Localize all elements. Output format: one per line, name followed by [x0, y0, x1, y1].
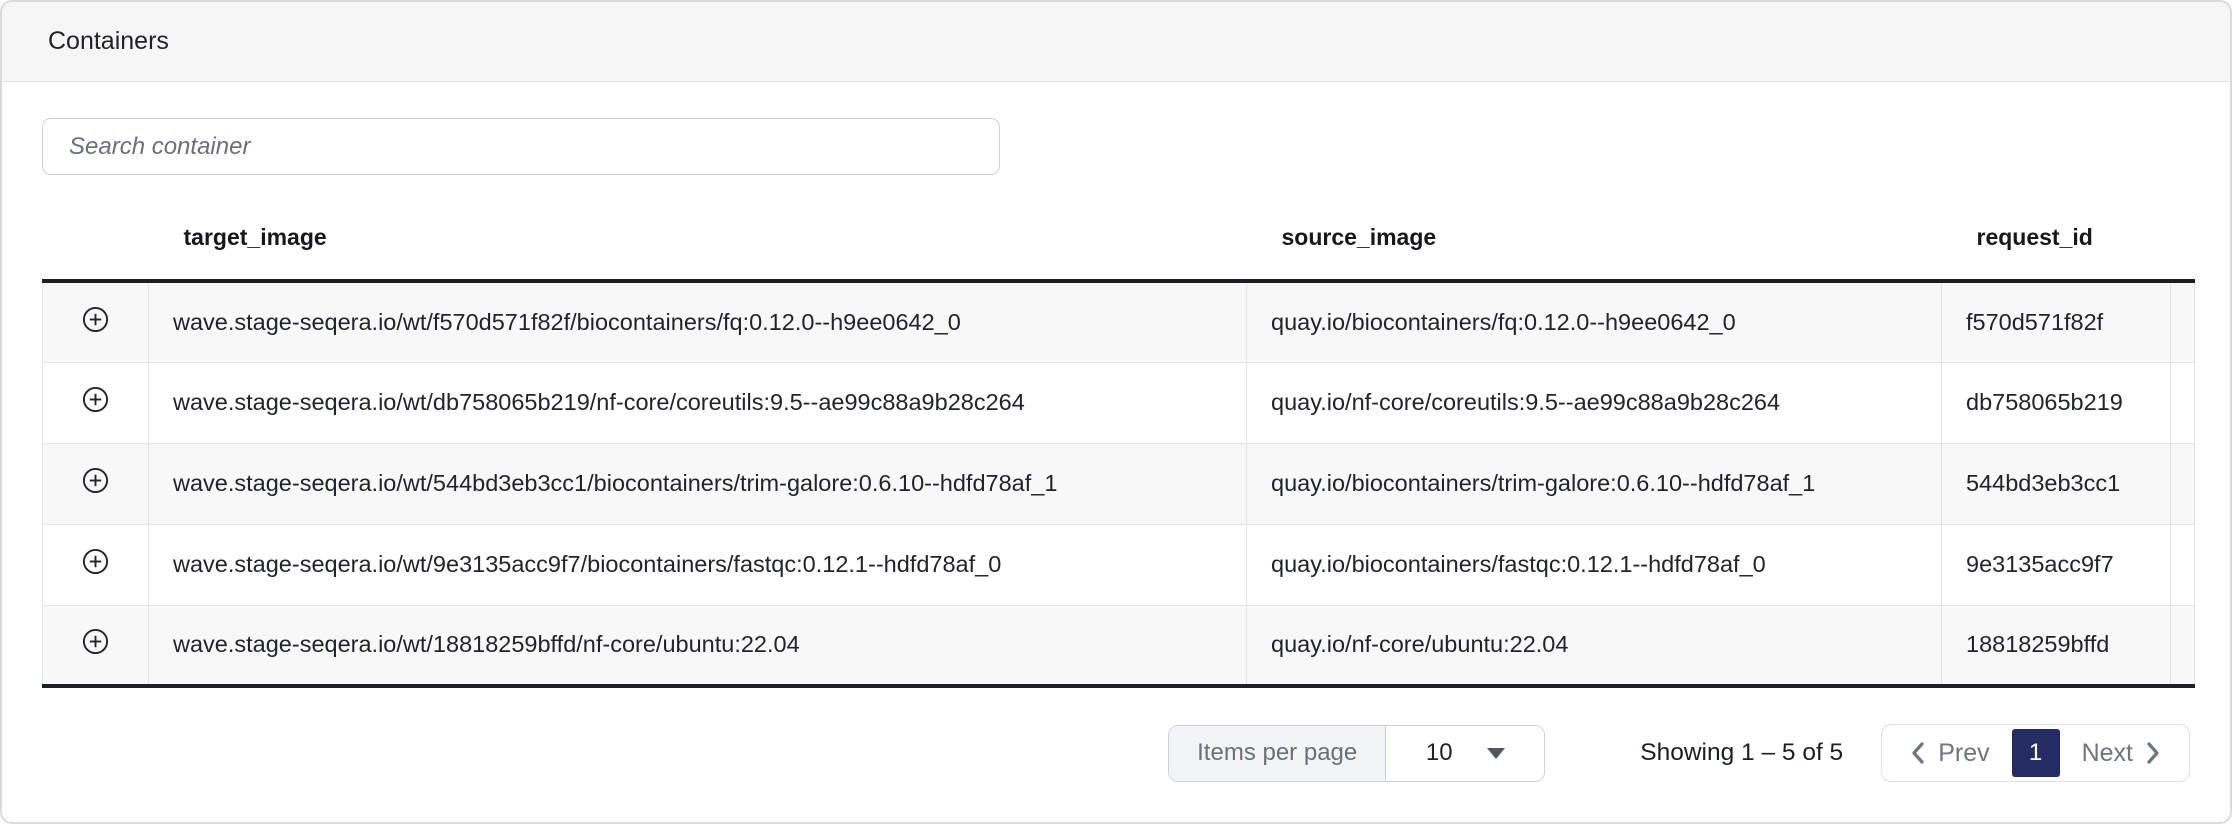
items-per-page-label: Items per page: [1169, 726, 1386, 781]
plus-circle-icon: [82, 386, 109, 413]
column-header-expand: [43, 197, 149, 281]
spacer-cell: [2171, 281, 2195, 362]
page-1-button[interactable]: 1: [2012, 729, 2060, 777]
items-per-page-group: Items per page 10: [1168, 725, 1545, 782]
expand-row-button[interactable]: [82, 548, 109, 575]
chevron-right-icon: [2145, 739, 2162, 767]
source-image-cell: quay.io/biocontainers/trim-galore:0.6.10…: [1247, 443, 1942, 524]
expand-cell: [43, 524, 149, 605]
prev-label: Prev: [1938, 739, 1989, 768]
expand-cell: [43, 362, 149, 443]
caret-down-icon: [1487, 748, 1505, 759]
plus-circle-icon: [82, 628, 109, 655]
source-image-cell: quay.io/nf-core/coreutils:9.5--ae99c88a9…: [1247, 362, 1942, 443]
card-header: Containers: [2, 2, 2230, 82]
next-page-button[interactable]: Next: [2060, 725, 2184, 781]
request-id-cell: 18818259bffd: [1942, 605, 2171, 686]
request-id-cell: f570d571f82f: [1942, 281, 2171, 362]
column-header-spacer: [2171, 197, 2195, 281]
card-body: target_image source_image request_id: [2, 82, 2230, 782]
request-id-cell: 9e3135acc9f7: [1942, 524, 2171, 605]
page-title: Containers: [48, 27, 169, 56]
next-label: Next: [2082, 739, 2133, 768]
table-row: wave.stage-seqera.io/wt/544bd3eb3cc1/bio…: [43, 443, 2195, 524]
spacer-cell: [2171, 362, 2195, 443]
items-per-page-value: 10: [1426, 739, 1453, 767]
target-image-cell: wave.stage-seqera.io/wt/9e3135acc9f7/bio…: [149, 524, 1247, 605]
table-row: wave.stage-seqera.io/wt/18818259bffd/nf-…: [43, 605, 2195, 686]
prev-page-button[interactable]: Prev: [1887, 725, 2011, 781]
expand-cell: [43, 281, 149, 362]
table-row: wave.stage-seqera.io/wt/db758065b219/nf-…: [43, 362, 2195, 443]
table-row: wave.stage-seqera.io/wt/f570d571f82f/bio…: [43, 281, 2195, 362]
expand-cell: [43, 605, 149, 686]
column-header-request-id: request_id: [1942, 197, 2171, 281]
containers-card: Containers target_image source_image req…: [0, 0, 2232, 824]
target-image-cell: wave.stage-seqera.io/wt/db758065b219/nf-…: [149, 362, 1247, 443]
pagination: Prev 1 Next: [1881, 724, 2190, 782]
spacer-cell: [2171, 605, 2195, 686]
showing-count-text: Showing 1 – 5 of 5: [1640, 739, 1843, 767]
expand-row-button[interactable]: [82, 467, 109, 494]
plus-circle-icon: [82, 306, 109, 333]
column-header-source-image: source_image: [1247, 197, 1942, 281]
spacer-cell: [2171, 443, 2195, 524]
source-image-cell: quay.io/nf-core/ubuntu:22.04: [1247, 605, 1942, 686]
source-image-cell: quay.io/biocontainers/fastqc:0.12.1--hdf…: [1247, 524, 1942, 605]
plus-circle-icon: [82, 467, 109, 494]
expand-row-button[interactable]: [82, 628, 109, 655]
request-id-cell: db758065b219: [1942, 362, 2171, 443]
column-header-target-image: target_image: [149, 197, 1247, 281]
containers-table: target_image source_image request_id: [42, 197, 2195, 688]
spacer-cell: [2171, 524, 2195, 605]
table-row: wave.stage-seqera.io/wt/9e3135acc9f7/bio…: [43, 524, 2195, 605]
table-footer: Items per page 10 Showing 1 – 5 of 5 Pre…: [42, 724, 2190, 782]
source-image-cell: quay.io/biocontainers/fq:0.12.0--h9ee064…: [1247, 281, 1942, 362]
target-image-cell: wave.stage-seqera.io/wt/f570d571f82f/bio…: [149, 281, 1247, 362]
request-id-cell: 544bd3eb3cc1: [1942, 443, 2171, 524]
plus-circle-icon: [82, 548, 109, 575]
target-image-cell: wave.stage-seqera.io/wt/544bd3eb3cc1/bio…: [149, 443, 1247, 524]
chevron-left-icon: [1909, 739, 1926, 767]
target-image-cell: wave.stage-seqera.io/wt/18818259bffd/nf-…: [149, 605, 1247, 686]
expand-row-button[interactable]: [82, 306, 109, 333]
table-header-row: target_image source_image request_id: [43, 197, 2195, 281]
expand-row-button[interactable]: [82, 386, 109, 413]
expand-cell: [43, 443, 149, 524]
current-page-number: 1: [2029, 739, 2042, 767]
search-input[interactable]: [42, 118, 1000, 175]
items-per-page-select[interactable]: 10: [1386, 726, 1544, 781]
